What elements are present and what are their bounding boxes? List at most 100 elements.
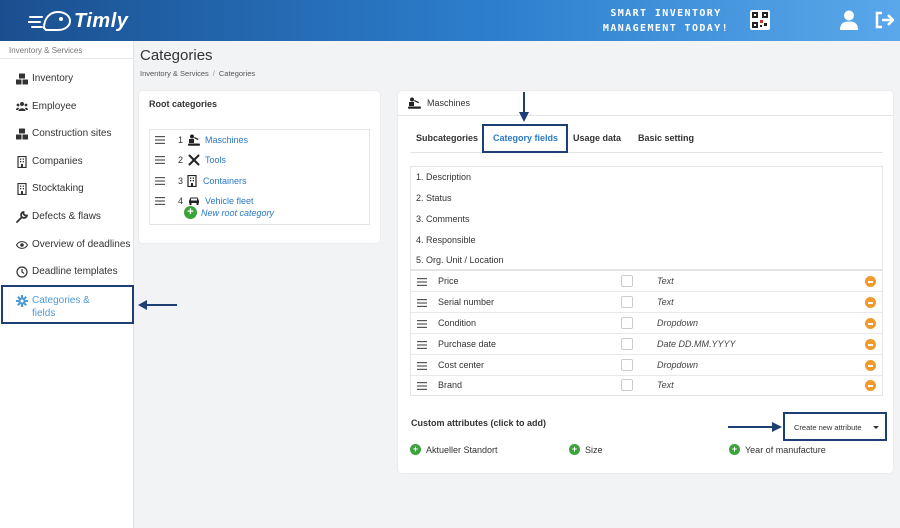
custom-field-name: Price bbox=[438, 276, 459, 286]
add-attribute-year-of-manufacture[interactable]: + Year of manufacture bbox=[729, 444, 826, 455]
logo-text: Timly bbox=[74, 9, 129, 32]
remove-field-icon[interactable] bbox=[865, 276, 876, 287]
remove-field-icon[interactable] bbox=[865, 380, 876, 391]
building-icon bbox=[17, 183, 27, 195]
remove-field-icon[interactable] bbox=[865, 339, 876, 350]
root-category-number: 3 bbox=[178, 176, 184, 186]
drag-handle-icon[interactable] bbox=[417, 278, 427, 286]
user-icon[interactable] bbox=[840, 10, 858, 30]
custom-field-name: Condition bbox=[438, 318, 477, 328]
cubes-icon bbox=[16, 128, 28, 140]
qr-scan-icon[interactable] bbox=[750, 10, 770, 30]
clock-icon bbox=[16, 266, 28, 278]
standard-field-row: 2. Status bbox=[416, 193, 452, 203]
sidebar-item-stocktaking[interactable]: Stocktaking bbox=[0, 183, 134, 195]
slogan-line-1: SMART INVENTORY bbox=[610, 8, 722, 19]
required-checkbox[interactable] bbox=[621, 317, 633, 329]
add-attribute-size[interactable]: + Size bbox=[569, 444, 603, 455]
drag-handle-icon[interactable] bbox=[417, 362, 427, 370]
custom-field-name: Brand bbox=[438, 380, 463, 390]
custom-field-type: Text bbox=[657, 276, 674, 286]
required-checkbox[interactable] bbox=[621, 275, 633, 287]
list-item[interactable]: 1 Maschines bbox=[150, 130, 369, 150]
root-category-link[interactable]: Containers bbox=[203, 176, 247, 186]
custom-field-name: Serial number bbox=[438, 297, 495, 307]
list-item[interactable]: 3 Containers bbox=[150, 171, 369, 191]
remove-field-icon[interactable] bbox=[865, 318, 876, 329]
sidebar-item-overview-deadlines[interactable]: Overview of deadlines bbox=[0, 239, 134, 251]
table-row[interactable]: Brand Text bbox=[411, 375, 882, 396]
category-tabs: Subcategories Category fields Usage data… bbox=[410, 125, 883, 153]
root-category-number: 1 bbox=[178, 135, 184, 145]
logo-mascot-icon bbox=[28, 10, 72, 31]
drag-handle-icon[interactable] bbox=[155, 177, 165, 185]
attribute-label: Year of manufacture bbox=[745, 444, 826, 455]
root-category-link[interactable]: Tools bbox=[205, 155, 226, 165]
custom-field-name: Cost center bbox=[438, 360, 485, 370]
highlight-box-tab bbox=[482, 124, 568, 153]
sidebar-item-defects[interactable]: Defects & flaws bbox=[0, 211, 134, 223]
root-category-link[interactable]: Vehicle fleet bbox=[205, 196, 254, 206]
logo[interactable]: Timly bbox=[28, 6, 128, 36]
highlight-box-sidebar bbox=[1, 285, 134, 324]
table-row[interactable]: Cost center Dropdown bbox=[411, 355, 882, 376]
sidebar-section-title: Inventory & Services bbox=[0, 41, 133, 59]
plus-icon: + bbox=[569, 444, 580, 455]
add-attribute-aktueller-standort[interactable]: + Aktueller Standort bbox=[410, 444, 498, 455]
tab-basic-setting[interactable]: Basic setting bbox=[638, 125, 694, 152]
new-root-category-button[interactable]: + New root category bbox=[184, 206, 274, 219]
category-panel-title: Maschines bbox=[427, 98, 471, 108]
slogan-line-2: MANAGEMENT TODAY! bbox=[602, 23, 730, 34]
standard-field-row: 1. Description bbox=[416, 172, 472, 182]
users-icon bbox=[16, 102, 28, 111]
create-attribute-dropdown[interactable]: Create new attribute bbox=[783, 412, 887, 441]
tab-usage-data[interactable]: Usage data bbox=[573, 125, 621, 152]
custom-field-type: Dropdown bbox=[657, 360, 699, 370]
arrow-down-icon bbox=[519, 92, 529, 122]
required-checkbox[interactable] bbox=[621, 338, 633, 350]
required-checkbox[interactable] bbox=[621, 379, 633, 391]
machine-icon bbox=[408, 97, 421, 109]
table-row[interactable]: Condition Dropdown bbox=[411, 313, 882, 334]
drag-handle-icon[interactable] bbox=[155, 136, 165, 144]
sidebar-item-inventory[interactable]: Inventory bbox=[0, 73, 134, 85]
drag-handle-icon[interactable] bbox=[417, 320, 427, 328]
root-category-link[interactable]: Maschines bbox=[205, 135, 248, 145]
sidebar-item-label: Stocktaking bbox=[32, 183, 84, 194]
required-checkbox[interactable] bbox=[621, 359, 633, 371]
breadcrumb-item-categories: Categories bbox=[218, 69, 256, 78]
plus-icon: + bbox=[729, 444, 740, 455]
drag-handle-icon[interactable] bbox=[417, 299, 427, 307]
breadcrumb: Inventory & Services / Categories bbox=[140, 69, 255, 78]
sidebar-item-deadline-templates[interactable]: Deadline templates bbox=[0, 266, 134, 278]
drag-handle-icon[interactable] bbox=[155, 197, 165, 205]
plus-icon: + bbox=[184, 206, 197, 219]
breadcrumb-item-inventory[interactable]: Inventory & Services bbox=[140, 69, 209, 78]
remove-field-icon[interactable] bbox=[865, 297, 876, 308]
table-row[interactable]: Purchase date Date DD.MM.YYYY bbox=[411, 334, 882, 355]
tab-subcategories[interactable]: Subcategories bbox=[416, 125, 478, 152]
category-panel-header: Maschines bbox=[398, 91, 893, 116]
sidebar-item-companies[interactable]: Companies bbox=[0, 156, 134, 168]
root-category-number: 4 bbox=[178, 196, 184, 206]
sidebar-item-label: Overview of deadlines bbox=[32, 239, 131, 250]
sidebar-item-employee[interactable]: Employee bbox=[0, 101, 134, 113]
sidebar-item-construction-sites[interactable]: Construction sites bbox=[0, 128, 134, 140]
custom-field-type: Text bbox=[657, 297, 674, 307]
remove-field-icon[interactable] bbox=[865, 360, 876, 371]
drag-handle-icon[interactable] bbox=[417, 382, 427, 390]
required-checkbox[interactable] bbox=[621, 296, 633, 308]
table-row[interactable]: Price Text bbox=[411, 271, 882, 292]
create-attribute-label: Create new attribute bbox=[794, 423, 862, 432]
sidebar-item-label: Deadline templates bbox=[32, 266, 118, 277]
drag-handle-icon[interactable] bbox=[417, 341, 427, 349]
sidebar-item-label: Employee bbox=[32, 101, 77, 112]
logout-icon[interactable] bbox=[874, 10, 895, 30]
attribute-label: Size bbox=[585, 444, 603, 455]
table-row[interactable]: Serial number Text bbox=[411, 292, 882, 313]
custom-fields-table: Price Text Serial number Text Condition … bbox=[410, 270, 883, 396]
eye-icon bbox=[16, 241, 28, 249]
standard-field-row: 3. Comments bbox=[416, 214, 470, 224]
drag-handle-icon[interactable] bbox=[155, 156, 165, 164]
list-item[interactable]: 2 Tools bbox=[150, 150, 369, 170]
